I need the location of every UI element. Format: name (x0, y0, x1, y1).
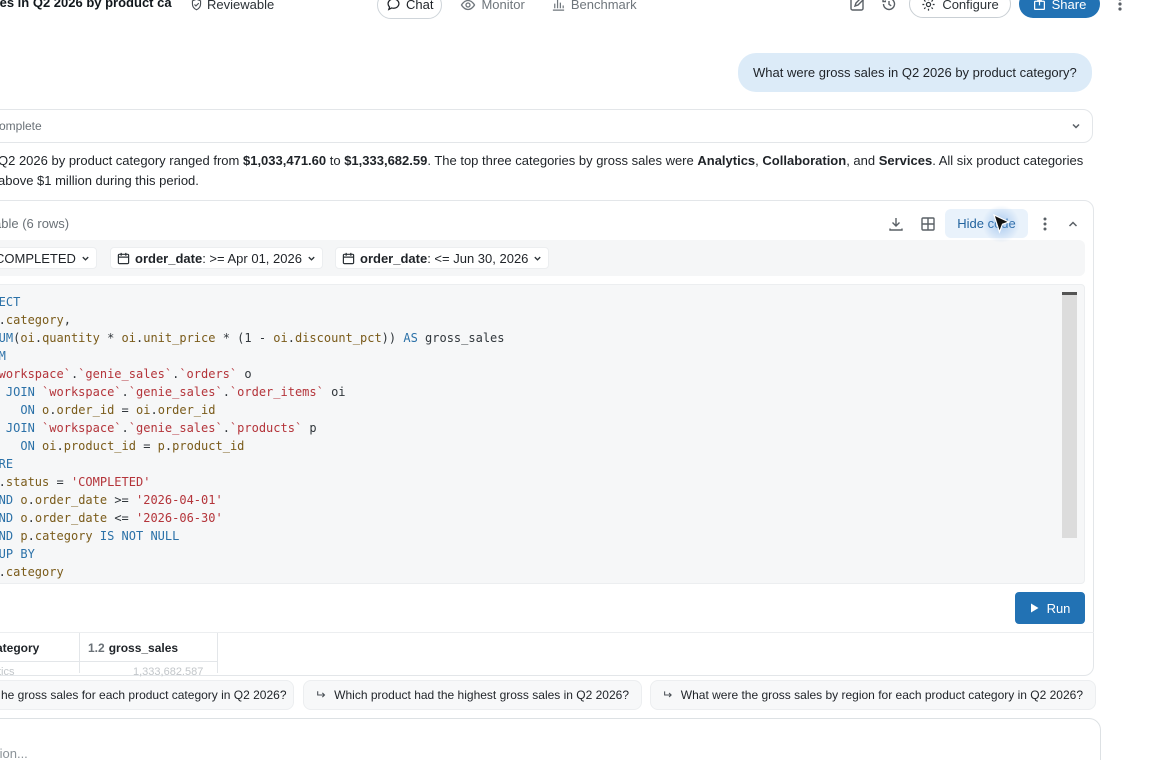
table-view-icon[interactable] (919, 215, 937, 233)
run-button[interactable]: Run (1015, 592, 1085, 624)
column-header-gross-sales[interactable]: 1.2 gross_sales (88, 633, 178, 662)
edit-icon[interactable] (848, 0, 866, 13)
filter-value: COMPLETED (0, 250, 76, 266)
play-icon (1030, 603, 1039, 613)
result-card-label: able (6 rows) (0, 216, 70, 231)
filter-chip-status[interactable]: COMPLETED (0, 247, 97, 269)
download-icon[interactable] (887, 215, 905, 233)
tab-monitor[interactable]: Monitor (452, 0, 532, 19)
more-options-icon[interactable] (1036, 215, 1054, 233)
bar-chart-icon (552, 0, 564, 11)
table-cell: 1,333,682.587 (133, 666, 204, 678)
suggestion-text: he gross sales for each product category… (1, 688, 287, 702)
column-divider (79, 633, 80, 673)
run-label: Run (1046, 600, 1071, 616)
configure-label: Configure (942, 0, 999, 12)
suggestion-chip[interactable]: he gross sales for each product category… (0, 680, 294, 710)
arrow-return-icon (664, 691, 672, 698)
assistant-answer: Q2 2026 by product category ranged from … (0, 153, 1084, 188)
tab-chat[interactable]: Chat (377, 0, 443, 19)
suggestion-text: What were the gross sales by region for … (680, 688, 1083, 702)
tab-label: Chat (406, 0, 434, 12)
shield-check-icon (191, 0, 202, 10)
sql-code-editor[interactable]: SELECT p.category, SUM(oi.quantity * oi.… (0, 284, 1085, 584)
filter-value: : <= Jun 30, 2026 (427, 250, 529, 266)
chevron-down-icon (534, 256, 542, 261)
code-scrollbar[interactable] (1062, 292, 1077, 538)
status-label: omplete (0, 119, 42, 133)
filter-value: : >= Apr 01, 2026 (202, 250, 302, 266)
mouse-cursor-icon (993, 214, 1011, 234)
suggestion-text: Which product had the highest gross sale… (334, 688, 629, 702)
calendar-icon (117, 252, 130, 264)
history-icon[interactable] (880, 0, 898, 13)
suggestion-chip[interactable]: What were the gross sales by region for … (650, 680, 1096, 710)
filter-chip-order-date-end[interactable]: order_date: <= Jun 30, 2026 (335, 247, 550, 269)
chat-input-placeholder: tion... (0, 746, 28, 760)
filter-chip-order-date-start[interactable]: order_date: >= Apr 01, 2026 (110, 247, 323, 269)
chevron-down-icon (308, 256, 315, 261)
gear-icon (922, 0, 935, 11)
eye-icon (461, 0, 476, 10)
share-label: Share (1051, 0, 1087, 12)
suggestion-chip[interactable]: Which product had the highest gross sale… (303, 680, 642, 710)
reviewable-badge[interactable]: Reviewable (190, 0, 274, 13)
tab-label: Monitor (481, 0, 525, 12)
mode-tabs: Chat Monitor Benchmark (377, 0, 645, 19)
table-cell: tics (0, 666, 15, 678)
badge-label: Reviewable (207, 0, 275, 12)
column-divider (217, 633, 218, 673)
column-type: 1.2 (88, 640, 105, 655)
page-title: les in Q2 2026 by product ca (0, 0, 172, 10)
code-scrollbar-thumb[interactable] (1062, 292, 1077, 295)
share-button[interactable]: Share (1019, 0, 1100, 18)
calendar-icon (342, 252, 355, 264)
share-icon (1033, 0, 1045, 10)
chat-input[interactable] (0, 718, 1101, 760)
configure-button[interactable]: Configure (909, 0, 1011, 18)
thinking-steps-collapsed[interactable]: omplete (0, 109, 1093, 143)
chevron-down-icon (1072, 123, 1080, 129)
tab-benchmark[interactable]: Benchmark (543, 0, 645, 19)
column-header-category[interactable]: ategory (0, 633, 39, 662)
chevron-down-icon (82, 256, 89, 261)
chat-bubble-icon (387, 0, 400, 11)
filter-field: order_date (135, 250, 203, 266)
user-message-bubble: What were gross sales in Q2 2026 by prod… (738, 53, 1092, 92)
tab-label: Benchmark (570, 0, 637, 12)
column-name: ategory (0, 640, 40, 655)
sql-code: SELECT p.category, SUM(oi.quantity * oi.… (0, 295, 505, 579)
filter-field: order_date (360, 250, 428, 266)
chevron-up-icon[interactable] (1064, 215, 1082, 233)
arrow-return-icon (317, 691, 326, 698)
column-name: gross_sales (108, 640, 179, 655)
header-row-divider (0, 661, 218, 662)
more-options-icon[interactable] (1113, 0, 1127, 13)
